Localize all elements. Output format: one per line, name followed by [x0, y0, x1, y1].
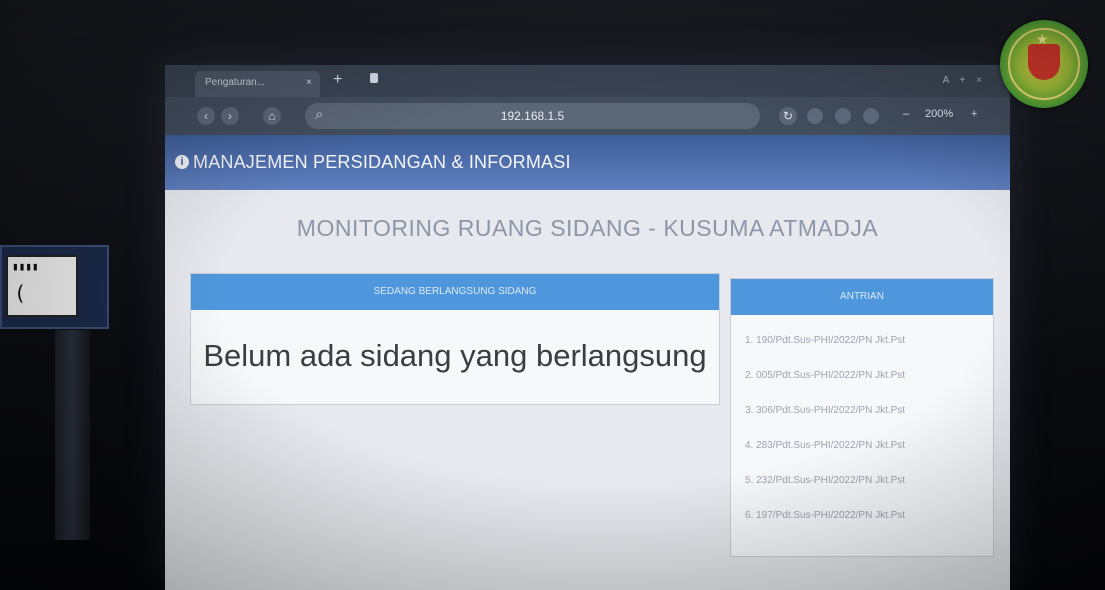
zoom-in-button[interactable]: + [971, 108, 977, 120]
new-tab-button[interactable]: + [333, 71, 342, 89]
browser-tab-bar: Pengaturan... × + A + × [165, 65, 1010, 97]
browser-tab[interactable]: Pengaturan... × [195, 71, 320, 97]
queue-item: 6. 197/Pdt.Sus-PHI/2022/PN Jkt.Pst [745, 510, 906, 521]
queue-panel: ANTRIAN 1. 190/Pdt.Sus-PHI/2022/PN Jkt.P… [730, 278, 994, 557]
current-session-heading: SEDANG BERLANGSUNG SIDANG [191, 274, 719, 310]
court-seal-logo: ★ [1000, 20, 1088, 108]
wall-post [55, 330, 90, 540]
address-bar[interactable]: ⌕ 192.168.1.5 [305, 103, 760, 129]
queue-item: 1. 190/Pdt.Sus-PHI/2022/PN Jkt.Pst [745, 335, 906, 346]
page-title: MONITORING RUANG SIDANG - KUSUMA ATMADJA [296, 215, 879, 241]
zoom-out-button[interactable]: – [903, 108, 909, 120]
star-icon: ★ [1036, 31, 1049, 47]
extension-icon[interactable] [835, 108, 851, 124]
seal-shield [1028, 44, 1060, 80]
url-text: 192.168.1.5 [500, 109, 565, 123]
queue-item: 3. 306/Pdt.Sus-PHI/2022/PN Jkt.Pst [745, 405, 906, 416]
queue-heading: ANTRIAN [731, 279, 993, 315]
info-icon: i [175, 155, 189, 169]
window-controls[interactable]: A + × [943, 75, 986, 86]
queue-item: 4. 283/Pdt.Sus-PHI/2022/PN Jkt.Pst [745, 440, 906, 451]
app-title: MANAJEMEN PERSIDANGAN & INFORMASI [193, 152, 571, 172]
tab-close-icon[interactable]: × [306, 71, 312, 95]
queue-item: 5. 232/Pdt.Sus-PHI/2022/PN Jkt.Pst [745, 475, 906, 486]
forward-icon[interactable]: › [221, 107, 239, 125]
bookmark-icon[interactable] [807, 108, 823, 124]
device-label: ▮▮▮▮ ( [6, 255, 78, 317]
home-icon[interactable]: ⌂ [263, 107, 281, 125]
reload-icon[interactable]: ↻ [779, 107, 797, 125]
tab-title: Pengaturan... [205, 77, 266, 88]
current-session-panel: SEDANG BERLANGSUNG SIDANG Belum ada sida… [190, 273, 720, 405]
monitor-screen: Pengaturan... × + A + × ‹ › ⌂ ⌕ 192.168.… [165, 65, 1010, 590]
wall-device: ▮▮▮▮ ( [0, 245, 109, 329]
device-label-line1: ▮▮▮▮ [12, 260, 39, 273]
no-session-message: Belum ada sidang yang berlangsung [203, 338, 707, 373]
zoom-level: 200% [925, 108, 954, 120]
app-header: i MANAJEMEN PERSIDANGAN & INFORMASI [165, 135, 1010, 190]
device-label-line2: ( [14, 281, 27, 305]
profile-icon[interactable] [863, 108, 879, 124]
lock-icon [370, 73, 378, 83]
browser-toolbar: ‹ › ⌂ ⌕ 192.168.1.5 ↻ – 200% + [165, 97, 1010, 135]
back-icon[interactable]: ‹ [197, 107, 215, 125]
queue-item: 2. 005/Pdt.Sus-PHI/2022/PN Jkt.Pst [745, 370, 906, 381]
